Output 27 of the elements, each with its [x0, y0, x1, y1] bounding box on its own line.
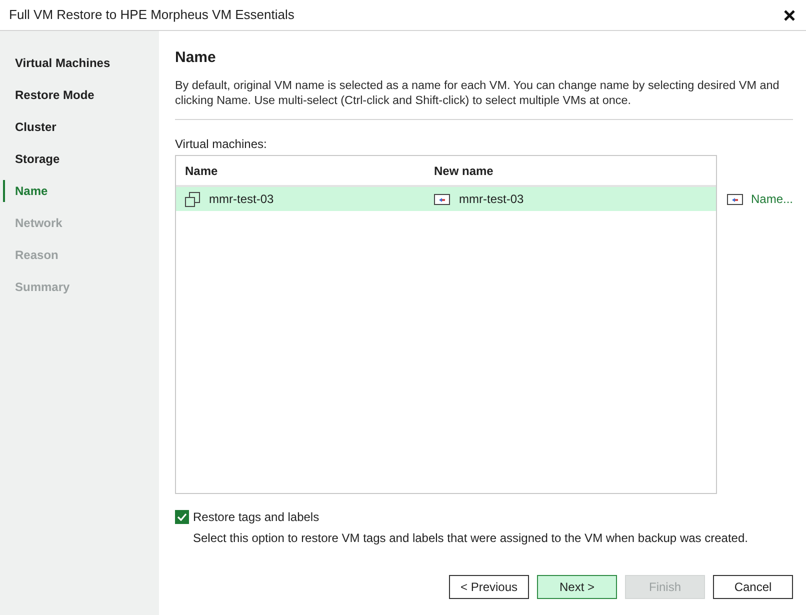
name-link[interactable]: Name...: [751, 190, 794, 208]
stacked-squares-icon: [185, 192, 200, 206]
page-description: By default, original VM name is selected as a name for each VM. You can change name by selecting desired VM and clicking Name. Use multi-select (Ctrl-click and Shift-click) to select multiple VMs at once.: [175, 78, 780, 108]
checkbox-label: Restore tags and labels: [193, 509, 320, 526]
option-description: Select this option to restore VM tags and labels that were assigned to the VM when backup was created.: [193, 531, 749, 546]
step-item[interactable]: Restore Mode: [3, 84, 159, 106]
page-heading: Name: [175, 48, 217, 68]
restore-tags-checkbox[interactable]: [175, 510, 189, 524]
dialog-button[interactable]: Cancel: [713, 575, 794, 599]
arrow-window-icon: [727, 194, 743, 204]
window-title: Full VM Restore to HPE Morpheus VM Essentials: [9, 6, 294, 24]
arrow-window-icon: [434, 194, 450, 204]
column-header[interactable]: Name: [176, 156, 425, 185]
dialog-button[interactable]: Next >: [537, 575, 618, 599]
table-cell-text: mmr-test-03: [209, 191, 274, 208]
dialog-button[interactable]: < Previous: [449, 575, 530, 599]
step-item[interactable]: Cluster: [3, 116, 159, 138]
check-icon: [177, 513, 187, 521]
table-row[interactable]: mmr-test-03 mmr-test-03: [176, 187, 716, 211]
step-item[interactable]: Storage: [3, 148, 159, 170]
close-button[interactable]: [783, 8, 796, 22]
step-item[interactable]: Name: [3, 180, 159, 202]
close-icon: [784, 10, 795, 20]
table-label: Virtual machines:: [175, 137, 268, 151]
table-cell-text: mmr-test-03: [459, 191, 524, 208]
step-item[interactable]: Virtual Machines: [3, 52, 159, 74]
column-header[interactable]: New name: [425, 156, 716, 185]
